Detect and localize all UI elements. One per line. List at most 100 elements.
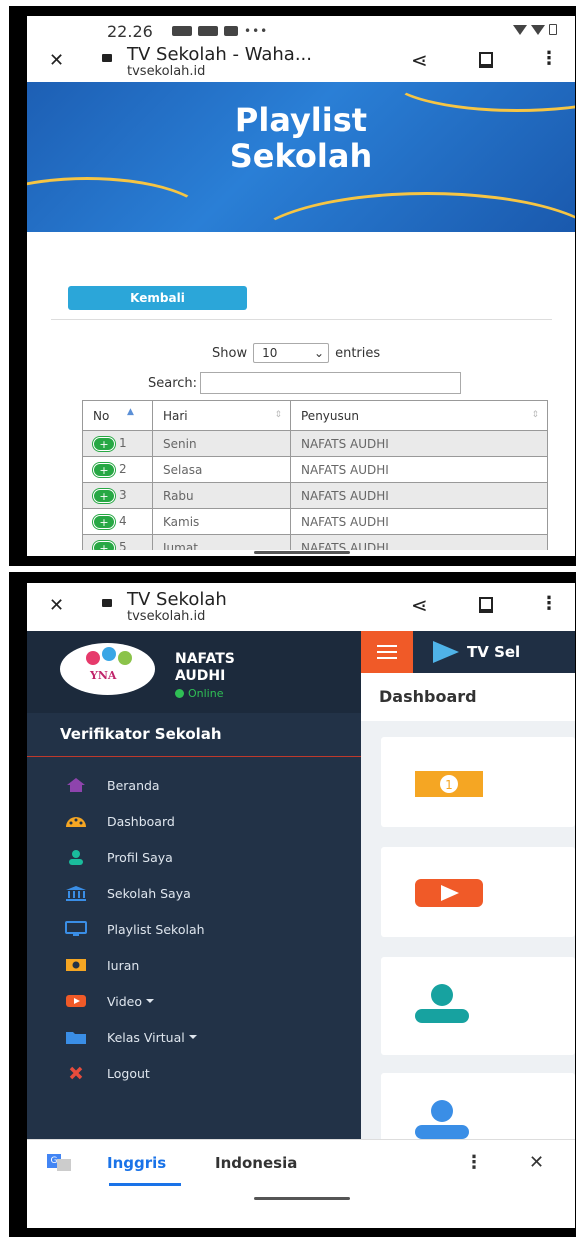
show-label: Show (212, 345, 248, 361)
cell-no: +4 (82, 508, 153, 535)
user-icon (53, 849, 99, 865)
main-content: Dashboard 1 (361, 673, 575, 1153)
sidebar-item-label: Iuran (107, 957, 140, 973)
hamburger-menu-icon[interactable] (361, 631, 413, 673)
language-tab-target[interactable]: Indonesia (215, 1154, 297, 1172)
dashboard-icon (53, 814, 99, 828)
youtube-icon (53, 993, 99, 1009)
more-menu-icon[interactable]: ⋮ (465, 1152, 483, 1173)
cell-penyusun: NAFATS AUDHI (290, 508, 548, 535)
expand-row-icon[interactable]: + (93, 462, 115, 477)
column-header-penyusun[interactable]: Penyusun ⇕ (290, 400, 548, 431)
dashboard-card[interactable]: 1 (381, 737, 575, 827)
share-icon[interactable]: ⋖ (411, 48, 428, 72)
cell-no: +3 (82, 482, 153, 509)
signal-icon (531, 24, 545, 35)
battery-icon (549, 24, 557, 35)
user-name-line: NAFATS (175, 651, 235, 667)
top-navbar: TV Sel (361, 631, 575, 673)
row-number: 1 (119, 436, 127, 451)
column-header-hari[interactable]: Hari ⇕ (152, 400, 291, 431)
table-search: Search: (148, 372, 462, 394)
sidebar-item-label: Playlist Sekolah (107, 921, 205, 937)
page-title: Dashboard (379, 687, 477, 706)
dashboard-card[interactable] (381, 847, 575, 937)
divider (51, 319, 552, 320)
column-header-label: Hari (163, 408, 188, 423)
more-notifications: ••• (244, 24, 269, 38)
column-header-no[interactable]: No ▲ (82, 400, 153, 431)
sidebar-item-label: Profil Saya (107, 849, 173, 865)
table-row[interactable]: +2 Selasa NAFATS AUDHI (82, 456, 548, 483)
gesture-bar[interactable] (254, 1197, 350, 1200)
bottom-screenshot: ✕ TV Sekolah tvsekolah.id ⋖ ⋮ YNA NAFATS… (27, 583, 575, 1228)
user-panel: YNA NAFATS AUDHI Online (27, 631, 361, 713)
page-tab-title: TV Sekolah - Waha... (127, 44, 312, 65)
entries-label: entries (335, 345, 381, 361)
lock-icon (102, 599, 112, 607)
divider (27, 756, 361, 757)
institution-icon (53, 885, 99, 901)
sidebar-item-sekolah[interactable]: Sekolah Saya (27, 875, 361, 911)
cell-hari: Senin (152, 430, 291, 457)
close-icon[interactable]: ✕ (529, 1152, 544, 1173)
notification-icon (224, 26, 238, 36)
sidebar-item-beranda[interactable]: Beranda (27, 767, 361, 803)
cell-no: +1 (82, 430, 153, 457)
sidebar-item-playlist[interactable]: Playlist Sekolah (27, 911, 361, 947)
share-icon[interactable]: ⋖ (411, 593, 428, 617)
bookmark-icon[interactable] (479, 597, 493, 613)
back-button[interactable]: Kembali (68, 286, 247, 310)
expand-row-icon[interactable]: + (93, 514, 115, 529)
more-menu-icon[interactable]: ⋮ (540, 48, 558, 69)
wifi-icon (513, 24, 527, 35)
language-tab-source[interactable]: Inggris (107, 1154, 166, 1172)
expand-row-icon[interactable]: + (93, 488, 115, 503)
home-icon (53, 777, 99, 793)
status-bar: 22.26 ••• (27, 16, 575, 42)
row-number: 3 (119, 488, 127, 503)
brand-name: TV Sel (467, 643, 521, 661)
expand-row-icon[interactable]: + (93, 436, 115, 451)
gesture-bar[interactable] (254, 551, 350, 554)
sort-icon: ⇕ (531, 410, 539, 420)
online-dot-icon (175, 689, 184, 698)
logo-figure (118, 651, 132, 665)
sidebar-item-label: Kelas Virtual (107, 1029, 185, 1045)
cell-penyusun: NAFATS AUDHI (290, 482, 548, 509)
close-icon[interactable]: ✕ (49, 595, 64, 616)
brand[interactable]: TV Sel (433, 641, 520, 663)
cell-no: +2 (82, 456, 153, 483)
cell-penyusun: NAFATS AUDHI (290, 430, 548, 457)
page-url[interactable]: tvsekolah.id (127, 64, 205, 79)
user-name: NAFATS AUDHI (175, 651, 235, 685)
sidebar-item-profil[interactable]: Profil Saya (27, 839, 361, 875)
dashboard-card[interactable] (381, 957, 575, 1055)
cell-hari: Kamis (152, 508, 291, 535)
sidebar-item-video[interactable]: Video (27, 983, 361, 1019)
table-row[interactable]: +3 Rabu NAFATS AUDHI (82, 482, 548, 509)
sidebar-item-iuran[interactable]: Iuran (27, 947, 361, 983)
bookmark-icon[interactable] (479, 52, 493, 68)
notification-icon (198, 26, 218, 36)
page-tab-title: TV Sekolah (127, 589, 227, 610)
logo-figure (102, 647, 116, 661)
logo-text: YNA (90, 669, 117, 682)
sidebar-item-dashboard[interactable]: Dashboard (27, 803, 361, 839)
table-row[interactable]: +1 Senin NAFATS AUDHI (82, 430, 548, 457)
notification-icon (172, 26, 192, 36)
page-title: Playlist Sekolah (27, 102, 575, 174)
table-row[interactable]: +4 Kamis NAFATS AUDHI (82, 508, 548, 535)
search-input[interactable] (200, 372, 462, 394)
banner-decoration (27, 177, 207, 232)
sidebar-item-logout[interactable]: Logout (27, 1055, 361, 1091)
money-icon: 1 (413, 767, 485, 805)
page-url[interactable]: tvsekolah.id (127, 609, 205, 624)
folder-icon (53, 1029, 99, 1045)
page-title-line: Sekolah (229, 137, 373, 175)
entries-select[interactable]: 10 ⌄ (253, 343, 330, 363)
more-menu-icon[interactable]: ⋮ (540, 593, 558, 614)
sidebar-item-kelas-virtual[interactable]: Kelas Virtual (27, 1019, 361, 1055)
role-title: Verifikator Sekolah (60, 725, 222, 743)
close-icon[interactable]: ✕ (49, 50, 64, 71)
